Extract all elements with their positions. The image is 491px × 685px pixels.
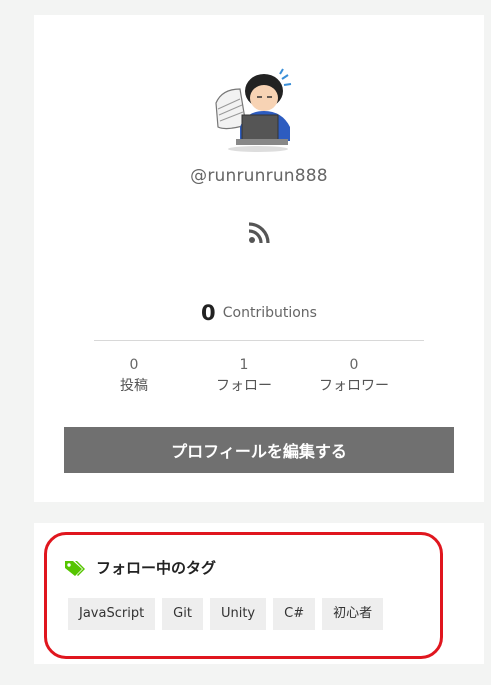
stat-following-label: フォロー xyxy=(216,378,272,394)
username: @runrunrun888 xyxy=(190,166,328,186)
tag-javascript[interactable]: JavaScript xyxy=(68,598,156,630)
contributions-summary: 0 Contributions xyxy=(34,301,484,325)
tag-beginner[interactable]: 初心者 xyxy=(322,598,384,630)
followed-tags-card: フォロー中のタグ JavaScript Git Unity C# 初心者 xyxy=(34,523,484,664)
stat-following[interactable]: 1 フォロー xyxy=(189,355,299,397)
stat-followers-count: 0 xyxy=(349,357,359,373)
profile-card: @runrunrun888 0 Contributions 0 投稿 1 フォロ… xyxy=(34,15,484,502)
rss-icon[interactable] xyxy=(248,222,270,244)
tag-csharp[interactable]: C# xyxy=(273,598,316,630)
stat-posts[interactable]: 0 投稿 xyxy=(79,355,189,397)
tag-list: JavaScript Git Unity C# 初心者 xyxy=(68,598,390,630)
divider xyxy=(94,340,424,341)
followed-tags-header: フォロー中のタグ xyxy=(64,557,216,578)
tag-unity[interactable]: Unity xyxy=(209,598,267,630)
avatar[interactable] xyxy=(212,65,302,155)
tag-git[interactable]: Git xyxy=(162,598,203,630)
stat-followers-label: フォロワー xyxy=(319,378,389,394)
edit-profile-button[interactable]: プロフィールを編集する xyxy=(64,427,454,473)
stat-posts-label: 投稿 xyxy=(120,378,148,394)
stat-followers[interactable]: 0 フォロワー xyxy=(299,355,409,397)
contributions-count: 0 xyxy=(201,301,216,325)
contributions-label: Contributions xyxy=(222,305,317,321)
stat-following-count: 1 xyxy=(239,357,249,373)
stat-posts-count: 0 xyxy=(129,357,139,373)
avatar-illustration xyxy=(215,68,292,152)
followed-tags-title: フォロー中のタグ xyxy=(96,559,217,577)
highlight-annotation xyxy=(44,532,443,659)
tags-icon xyxy=(65,560,85,576)
profile-stats: 0 投稿 1 フォロー 0 フォロワー xyxy=(79,355,439,397)
